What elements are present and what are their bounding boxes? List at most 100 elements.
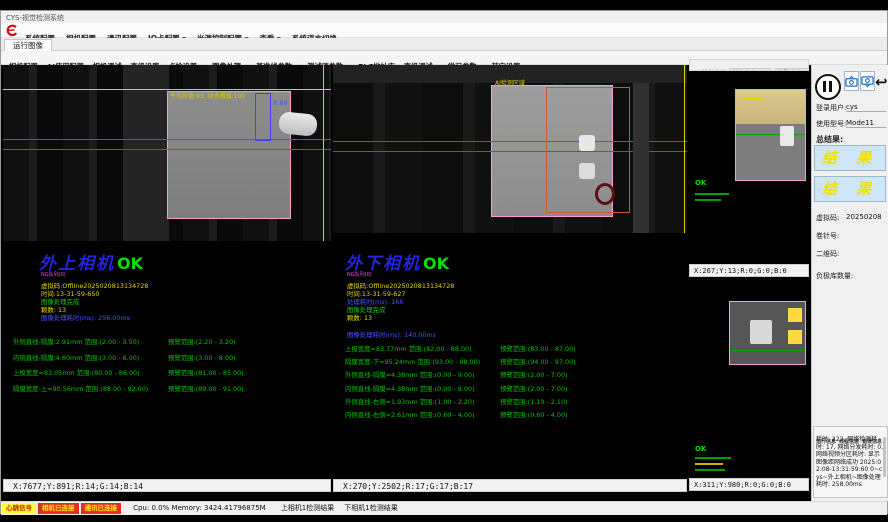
comm-elapsed-line: 处理耗时(ms): 166 [347, 298, 454, 306]
roi-label: R:88 [273, 99, 288, 107]
menu-bar: 系统配置相机配置通讯配置IO卡配置 ▾光源控制配置 ▾查看 ▾系统语言切换 [1, 23, 887, 38]
measure-line [3, 149, 331, 150]
virtual-code-label: 虚拟码: [816, 213, 839, 223]
main-view: R:88 平均阈值:93, 动态阈值:100 外上相机OK NG队列(0) 虚拟… [1, 65, 811, 501]
measurement-warn-range: 预警范围:(89.00 - 91.00) [168, 384, 244, 393]
ng-display-header: NG结果显示所有内容展示故障内容展示 [689, 59, 809, 71]
done-line: 图像处理完成 [347, 306, 454, 314]
cpu-memory-text: Cpu: 0.0% Memory: 3424.41796875M [133, 502, 266, 515]
upper-result-lines: 虚拟码:Offline2025020813134728 时间:13-31-59-… [41, 282, 148, 322]
ng-thumbnail-top[interactable]: OK [689, 71, 809, 264]
measurement-value: 内侧直线-隔膜:4.60mm 范围:(3.00 - 6.00) [13, 353, 139, 362]
barcode-line: 虚拟码:Offline2025020813134728 [347, 282, 454, 290]
threshold-overlay-text: 平均阈值:93, 动态阈值:100 [170, 91, 245, 100]
machine-column [123, 65, 169, 241]
reflection-spot [579, 163, 595, 179]
measurement-value: 上极宽度=83.05mm 范围:(80.00 - 86.00) [13, 368, 140, 377]
ng-display-tab-0[interactable]: 所有内容展示 [729, 68, 771, 71]
pause-icon [829, 81, 832, 92]
model-label: 使用型号: [816, 119, 846, 129]
measurement-row: 隔膜宽度-上=90.56mm 范围:(88.00 - 92.00)预警范围:(8… [13, 384, 328, 400]
reflection-spot [780, 126, 794, 146]
measurement-value: 外侧直线-隔膜=4.38mm 范围:(0.00 - 9.00) [345, 370, 474, 379]
measurement-value: 内侧直线-隔膜=4.38mm 范围:(0.00 - 9.00) [345, 384, 474, 393]
measurement-value: 内侧直线-右侧=2.61mm 范围:(0.60 - 4.00) [345, 410, 474, 419]
thumbnail-bottom-pixel-readout: X:311;Y:980;R:0;G:0;B:0 [689, 478, 809, 491]
upper-measurement-list: 外侧直线-隔膜:2.91mm 范围:(2.00 - 3.50) 预警范围:(2.2… [13, 337, 328, 399]
camera-lower-button[interactable] [860, 71, 875, 91]
roi-boundary-line [684, 65, 685, 233]
measurement-warn-range: 预警范围:(94.00 - 97.00) [500, 357, 576, 366]
measurement-warn-range: 预警范围:(2.00 - 7.00) [500, 370, 568, 379]
lower-measurement-list: 上极宽度=83.77mm 范围:(82.00 - 88.00) 预警范围:(83.… [345, 344, 680, 423]
status-badge-1: 相机已连接 [38, 503, 79, 514]
measurement-row: 外侧直线-隔膜:2.91mm 范围:(2.00 - 3.50) 预警范围:(2.2… [13, 337, 328, 353]
baseline-overlay [3, 89, 331, 90]
ng-thumbnail-bottom[interactable]: OK [689, 277, 809, 478]
app-logo-icon [5, 24, 19, 37]
result-text-mark [695, 193, 729, 195]
camera-result-link-0[interactable]: 上相机1检测结果 [281, 502, 334, 515]
status-badges: 心跳信号相机已连接通讯已连接 [1, 502, 122, 521]
runtime-info-text: 耗时: 222, 网络检测耗时: 17, 网络分发耗时: 0, 网络视频分区耗时… [816, 436, 884, 489]
highlight-spot [788, 330, 802, 344]
camera-result-link-1[interactable]: 下相机1检测结果 [344, 502, 397, 515]
lower-pixel-readout: X:270;Y:2502;R:17;G:17;B:17 [333, 479, 687, 492]
measurement-value: 上极宽度=83.77mm 范围:(82.00 - 88.00) [345, 344, 472, 353]
measurement-value: 隔膜宽度-下=95.24mm 范围:(93.00 - 98.00) [345, 357, 480, 366]
upper-pixel-readout: X:7677;Y:891;R:14;G:14;B:14 [3, 479, 331, 492]
anode-count-label: 负极库数量: [816, 271, 853, 281]
roi-boundary-line [323, 65, 324, 241]
thumbnail-ok-label: OK [695, 179, 706, 187]
measurement-row: 内侧直线-隔膜=4.38mm 范围:(0.00 - 9.00) 预警范围:(2.0… [345, 384, 680, 397]
highlight-spot [788, 308, 802, 322]
scrollbar[interactable] [883, 437, 886, 477]
measurement-value: 外侧直线-隔膜:2.91mm 范围:(2.00 - 3.50) [13, 337, 139, 346]
ng-display-tabs: 所有内容展示 故障内容展示 [729, 60, 809, 71]
measurement-warn-range: 预警范围:(3.00 - 8.00) [168, 353, 236, 362]
pause-button[interactable] [815, 74, 841, 100]
measurement-warn-range: 预警范围:(2.20 - 3.20) [168, 337, 236, 346]
ng-display-tab-1[interactable]: 故障内容展示 [775, 68, 809, 71]
result-box-text: 结 果 [822, 180, 878, 198]
upper-camera-panel[interactable]: R:88 平均阈值:93, 动态阈值:100 外上相机OK NG队列(0) 虚拟… [3, 65, 331, 492]
application-root: CYS-视觉检测系统 系统配置相机配置通讯配置IO卡配置 ▾光源控制配置 ▾查看… [0, 0, 888, 522]
login-user-value[interactable]: cys [846, 103, 886, 112]
app-window: CYS-视觉检测系统 系统配置相机配置通讯配置IO卡配置 ▾光源控制配置 ▾查看… [0, 10, 888, 514]
measurement-value: 外侧直线-右侧=1.93mm 范围:(1.00 - 2.20) [345, 397, 474, 406]
title-bar[interactable]: CYS-视觉检测系统 [1, 11, 887, 23]
time-line: 时间:13-31-59-650 [41, 290, 148, 298]
measurement-warn-range: 预警范围:(83.00 - 87.00) [500, 344, 576, 353]
measurement-row: 外侧直线-右侧=1.93mm 范围:(1.00 - 2.20) 预警范围:(1.1… [345, 397, 680, 410]
runtime-info-panel[interactable]: 运行信息线程信息错误信息 耗时: 222, 网络检测耗时: 17, 网络分发耗时… [813, 426, 888, 498]
measurement-warn-range: 预警范围:(1.10 - 2.10) [500, 397, 568, 406]
login-user-label: 登录用户: [816, 103, 846, 113]
thumbnail-bottom-image[interactable] [729, 301, 806, 365]
lower-camera-image[interactable]: AI检测区域 [333, 65, 687, 233]
total-result-label: 总结果: [816, 134, 843, 145]
measurement-warn-range: 预警范围:(2.00 - 7.00) [500, 384, 568, 393]
model-value[interactable]: Mode11 [846, 119, 886, 128]
status-bar: 心跳信号相机已连接通讯已连接 Cpu: 0.0% Memory: 3424.41… [1, 501, 887, 515]
cell-roi-rect [167, 91, 291, 219]
measure-line [3, 139, 331, 140]
reflection-spot [750, 320, 772, 344]
result-box-lower: 结 果 [814, 176, 886, 202]
upper-camera-image[interactable]: R:88 平均阈值:93, 动态阈值:100 [3, 65, 331, 241]
measurement-row: 外侧直线-隔膜=4.38mm 范围:(0.00 - 9.00) 预警范围:(2.0… [345, 370, 680, 383]
camera-upper-button[interactable] [844, 71, 859, 91]
qr-code-label: 二维码: [816, 249, 839, 259]
window-title: CYS-视觉检测系统 [6, 13, 64, 23]
return-arrow-icon[interactable]: ↩ [875, 73, 888, 91]
measurement-warn-range: 预警范围:(0.60 - 4.00) [500, 410, 568, 419]
lower-result-lines: 虚拟码:Offline2025020813134728 时间:13-31-59-… [347, 282, 454, 322]
machine-column [633, 83, 649, 233]
elapsed-line: 图像处理耗时(ms): 256.00ms [41, 314, 148, 322]
measurement-row: 内侧直线-隔膜:4.60mm 范围:(3.00 - 6.00) 预警范围:(3.0… [13, 353, 328, 369]
measurement-row: 上极宽度=83.77mm 范围:(82.00 - 88.00) 预警范围:(83.… [345, 344, 680, 357]
thumbnail-top-image[interactable] [735, 89, 806, 181]
thumbnail-ok-label: OK [695, 445, 706, 453]
blue-roi-rect [255, 93, 271, 141]
lower-camera-panel[interactable]: AI检测区域 外下相机OK NG队列(0) 虚拟码:Offline2025020… [333, 65, 687, 492]
barcode-line: 虚拟码:Offline2025020813134728 [41, 282, 148, 290]
